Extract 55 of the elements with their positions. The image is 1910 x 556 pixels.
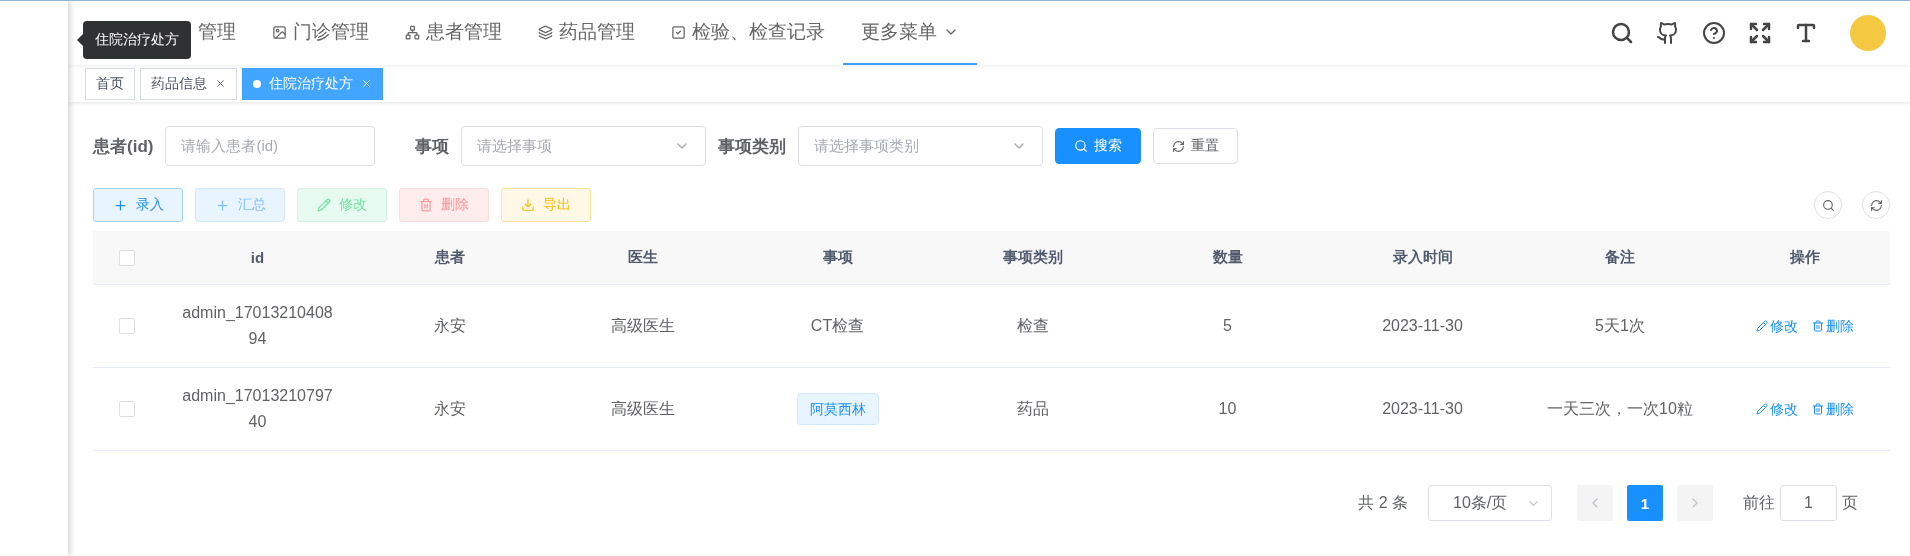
- page-unit-label: 页: [1842, 492, 1858, 513]
- column-header: id: [249, 249, 266, 266]
- page-tab[interactable]: 首页: [85, 67, 135, 100]
- column-header: 操作: [1789, 248, 1821, 267]
- column-header: 事项类别: [1001, 248, 1064, 267]
- delete-link[interactable]: 删除: [1812, 396, 1854, 422]
- item-tag: 阿莫西林: [796, 393, 879, 425]
- action-button[interactable]: 删除: [399, 188, 489, 222]
- table-cell-text: admin_1701321040894: [181, 303, 334, 349]
- page-input[interactable]: 1: [1780, 485, 1837, 521]
- filter-label: 事项: [415, 135, 450, 158]
- total-count: 共 2 条: [1358, 492, 1408, 513]
- table-cell-text: 2023-11-30: [1382, 316, 1463, 336]
- column-header: 数量: [1211, 248, 1244, 267]
- table-cell-text: CT检查: [810, 316, 865, 336]
- nav-item[interactable]: 患者管理: [387, 1, 520, 65]
- edit-link[interactable]: 修改: [1756, 313, 1798, 339]
- nav-item[interactable]: 更多菜单: [843, 1, 977, 65]
- column-header: 事项: [821, 248, 854, 267]
- filter-label: 事项类别: [718, 135, 787, 158]
- table-cell-text: 检查: [1016, 316, 1049, 336]
- table-cell-text: 高级医生: [610, 399, 675, 419]
- nav-item[interactable]: 门诊管理: [254, 1, 387, 65]
- table-cell-text: 2023-11-30: [1382, 399, 1463, 419]
- table-cell-text: 永安: [434, 316, 466, 336]
- edit-link[interactable]: 修改: [1756, 396, 1798, 422]
- action-button[interactable]: 录入: [93, 188, 183, 222]
- select-field[interactable]: 请选择事项: [461, 126, 707, 166]
- column-header: 备注: [1604, 248, 1636, 267]
- column-header: 患者: [433, 248, 466, 267]
- table-cell-text: 永安: [434, 399, 466, 419]
- input-field[interactable]: 请输入患者(id): [165, 126, 376, 166]
- table-cell-text: 药品: [1016, 399, 1049, 419]
- nav-item[interactable]: 检验、检查记录: [653, 1, 843, 65]
- goto-label: 前往: [1743, 492, 1775, 513]
- column-header: 医生: [626, 248, 659, 267]
- table-cell-text: 一天三次，一次10粒: [1547, 399, 1693, 419]
- delete-link[interactable]: 删除: [1812, 313, 1854, 339]
- page-tab[interactable]: 药品信息: [140, 67, 237, 100]
- table-cell-text: admin_1701321079740: [181, 386, 334, 432]
- action-button[interactable]: 汇总: [195, 188, 285, 222]
- table-cell-text: 5: [1223, 316, 1232, 336]
- select-field[interactable]: 请选择事项类别: [798, 126, 1044, 166]
- table-cell-text: 5天1次: [1595, 316, 1645, 336]
- page-tab[interactable]: 住院治疗处方: [242, 67, 383, 100]
- search-button[interactable]: 搜索: [1055, 128, 1142, 164]
- filter-label: 患者(id): [93, 135, 154, 158]
- page-number[interactable]: 1: [1627, 485, 1663, 521]
- table-cell-text: 高级医生: [610, 316, 675, 336]
- nav-item[interactable]: 药品管理: [520, 1, 653, 65]
- page-size-select[interactable]: 10条/页: [1428, 485, 1552, 521]
- column-header: 录入时间: [1391, 248, 1454, 267]
- reset-button[interactable]: 重置: [1153, 128, 1239, 164]
- table-cell-text: 10: [1218, 399, 1237, 419]
- tooltip: 住院治疗处方: [83, 21, 191, 59]
